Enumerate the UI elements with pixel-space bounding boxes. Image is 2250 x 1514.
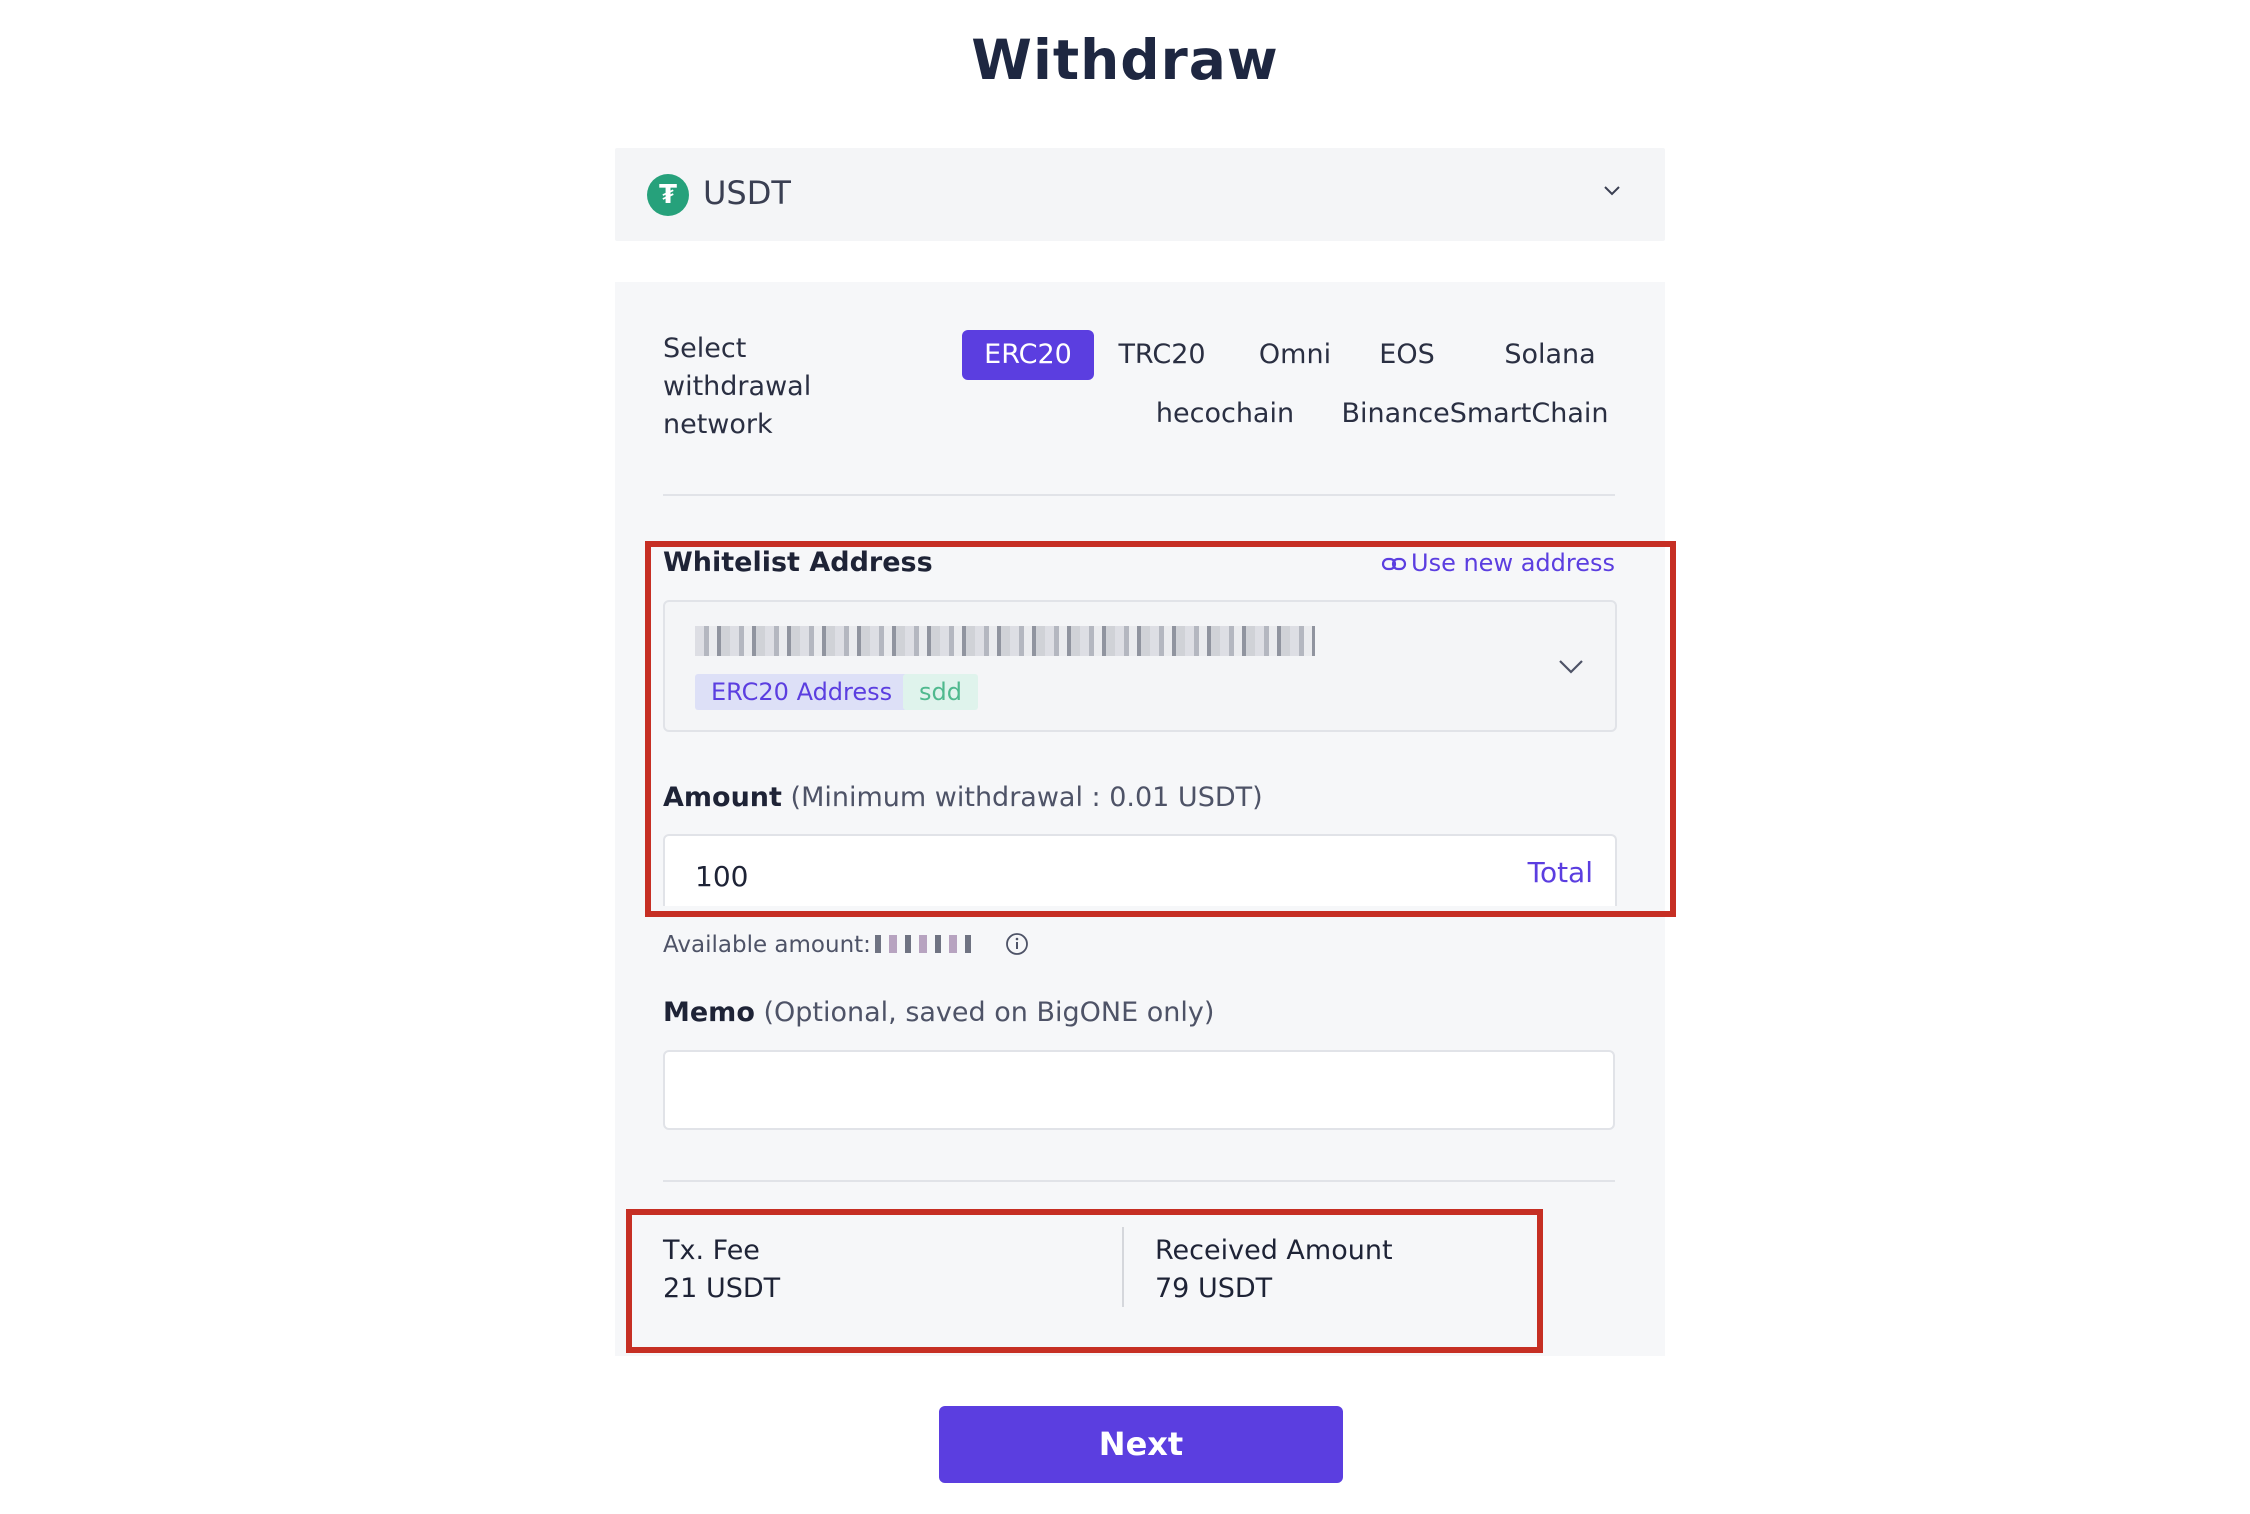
network-option-hecochain[interactable]: hecochain xyxy=(1145,389,1305,439)
chevron-down-icon xyxy=(1604,186,1620,196)
redacted-available-amount xyxy=(875,935,975,953)
available-amount-label: Available amount: xyxy=(663,932,871,958)
coin-name: USDT xyxy=(703,174,791,212)
network-option-solana[interactable]: Solana xyxy=(1495,330,1605,380)
memo-label: Memo (Optional, saved on BigONE only) xyxy=(663,997,1214,1028)
memo-input[interactable] xyxy=(663,1050,1615,1130)
divider xyxy=(663,494,1615,496)
memo-label-text: Memo xyxy=(663,997,755,1028)
page-title: Withdraw xyxy=(971,28,1279,92)
highlight-box-fees xyxy=(626,1209,1543,1353)
withdraw-page: Withdraw ₮ USDT Select withdrawal networ… xyxy=(0,0,2250,1514)
network-option-binancesmartchain[interactable]: BinanceSmartChain xyxy=(1335,389,1615,439)
memo-hint: (Optional, saved on BigONE only) xyxy=(763,997,1215,1028)
divider xyxy=(663,1180,1615,1182)
network-option-trc20[interactable]: TRC20 xyxy=(1112,330,1212,380)
network-label: Select withdrawal network xyxy=(663,333,812,440)
network-option-omni[interactable]: Omni xyxy=(1255,330,1335,380)
network-option-erc20[interactable]: ERC20 xyxy=(962,330,1094,380)
next-button[interactable]: Next xyxy=(939,1406,1343,1483)
info-icon[interactable] xyxy=(1005,932,1029,956)
tether-icon: ₮ xyxy=(647,174,689,216)
highlight-box-address-amount xyxy=(645,541,1676,917)
coin-selector[interactable]: ₮ USDT xyxy=(615,148,1665,241)
network-option-eos[interactable]: EOS xyxy=(1372,330,1442,380)
